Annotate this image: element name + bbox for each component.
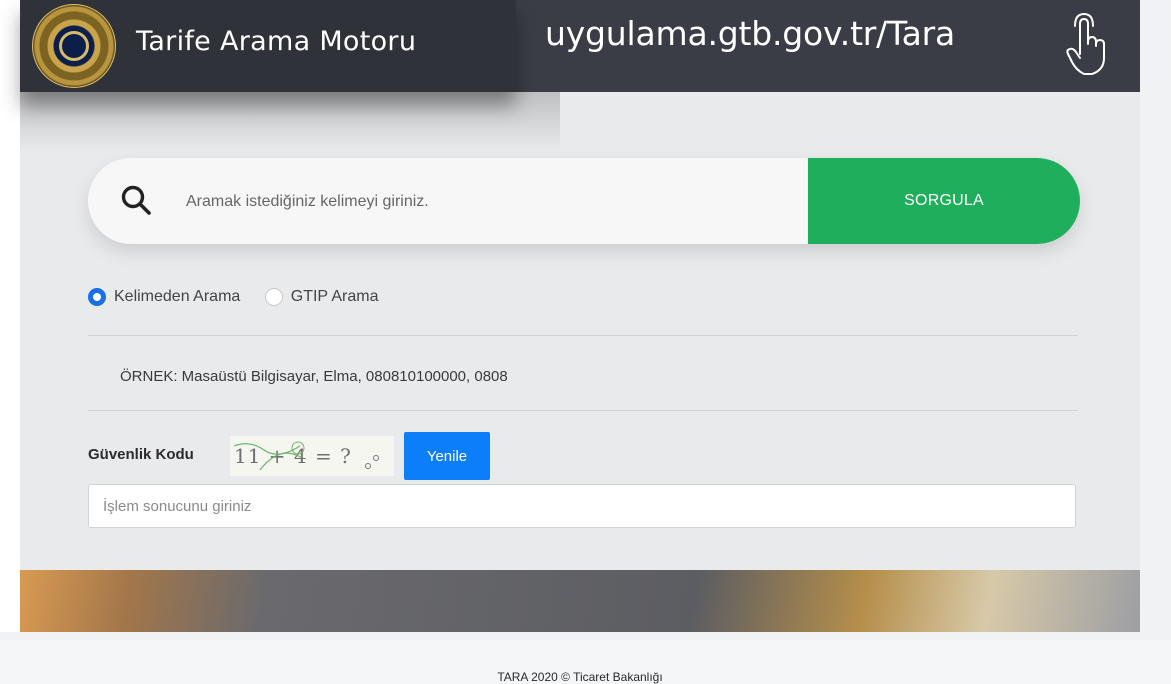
radio-gtip-label: GTIP Arama	[290, 288, 379, 305]
footer-banner	[20, 570, 1140, 640]
search-mode-group: Kelimeden Arama GTIP Arama	[88, 288, 398, 312]
divider	[88, 335, 1078, 336]
radio-keyword-search[interactable]: Kelimeden Arama	[88, 288, 240, 306]
app-title: Tarife Arama Motoru	[136, 26, 417, 57]
captcha-answer-input[interactable]	[88, 484, 1076, 528]
url-label: uygulama.gtb.gov.tr/Tara	[545, 14, 956, 53]
captcha-image: 11 + 4 = ?	[230, 436, 394, 476]
search-icon	[121, 185, 151, 215]
brand-header: Tarife Arama Motoru	[20, 0, 516, 92]
app-frame: Tarife Arama Motoru uygulama.gtb.gov.tr/…	[0, 0, 1171, 684]
security-row: Güvenlik Kodu 11 + 4 = ? Yenile	[88, 432, 688, 480]
radio-keyword-dot[interactable]	[88, 288, 106, 306]
example-text: ÖRNEK: Masaüstü Bilgisayar, Elma, 080810…	[120, 368, 508, 385]
ministry-seal-icon	[32, 4, 116, 88]
divider	[88, 410, 1078, 411]
radio-gtip-search[interactable]: GTIP Arama	[264, 288, 379, 306]
radio-keyword-label: Kelimeden Arama	[114, 288, 241, 305]
main-content: SORGULA Kelimeden Arama GTIP Arama ÖRNEK…	[20, 92, 1140, 684]
captcha-noise	[233, 441, 379, 471]
refresh-captcha-button[interactable]: Yenile	[404, 432, 490, 480]
radio-gtip-dot[interactable]	[264, 288, 283, 306]
search-input[interactable]	[184, 180, 788, 224]
search-bar: SORGULA	[88, 158, 1080, 244]
search-button[interactable]: SORGULA	[808, 158, 1080, 244]
security-code-label: Güvenlik Kodu	[88, 446, 194, 463]
footer-text: TARA 2020 © Ticaret Bakanlığı	[497, 670, 663, 684]
hand-pointer-icon	[1066, 13, 1105, 75]
